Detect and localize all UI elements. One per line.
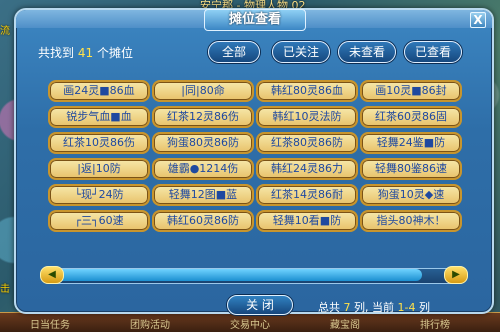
stall-button[interactable]: └现┘24防: [48, 184, 150, 206]
stall-button[interactable]: 狗蛋10灵◆速: [360, 184, 462, 206]
stall-button[interactable]: 锐步气血■血: [48, 106, 150, 128]
found-count: 41: [77, 46, 94, 60]
stall-button[interactable]: |返|10防: [48, 158, 150, 180]
stall-button[interactable]: 狗蛋80灵86防: [152, 132, 254, 154]
stall-button[interactable]: 红茶60灵86固: [360, 106, 462, 128]
stall-button[interactable]: |同|80命: [152, 80, 254, 102]
stall-button[interactable]: 红茶80灵86防: [256, 132, 358, 154]
stall-count-text: 共找到 41 个摊位: [38, 44, 133, 61]
stall-button[interactable]: 韩红60灵86防: [152, 210, 254, 232]
stall-button[interactable]: ┌三┐60速: [48, 210, 150, 232]
found-suffix: 个摊位: [96, 46, 133, 60]
stall-button[interactable]: 雄霸●1214伤: [152, 158, 254, 180]
tab-all[interactable]: 全部: [208, 41, 260, 63]
close-button[interactable]: 关 闭: [227, 295, 293, 315]
pager-total-prefix: 总共: [318, 301, 340, 314]
tab-viewed[interactable]: 已查看: [404, 41, 462, 63]
stall-button[interactable]: 韩红10灵法防: [256, 106, 358, 128]
stall-button[interactable]: 指头80神木！: [360, 210, 462, 232]
tab-unviewed[interactable]: 未查看: [338, 41, 396, 63]
scroll-right-icon[interactable]: ▶: [444, 266, 468, 284]
pager-current: 1-4: [397, 301, 416, 314]
bottom-item[interactable]: 排行榜: [420, 316, 450, 331]
pager-total: 7: [343, 301, 351, 314]
bottom-item[interactable]: 日当任务: [30, 316, 70, 331]
stall-button[interactable]: 红茶10灵86伤: [48, 132, 150, 154]
stall-button[interactable]: 画24灵■86血: [48, 80, 150, 102]
tab-followed[interactable]: 已关注: [272, 41, 330, 63]
stall-button[interactable]: 画10灵■86封: [360, 80, 462, 102]
bottom-item[interactable]: 团购活动: [130, 316, 170, 331]
background-bottom-bar: 日当任务 团购活动 交易中心 藏宝阁 排行榜: [0, 312, 500, 332]
pager-current-unit: 列: [418, 301, 430, 314]
stall-button[interactable]: 轻舞24鉴■防: [360, 132, 462, 154]
close-icon[interactable]: X: [470, 12, 486, 28]
dialog-title: 摊位查看: [204, 9, 306, 31]
found-prefix: 共找到: [38, 46, 75, 60]
pager-current-prefix: 当前: [372, 301, 394, 314]
bottom-item[interactable]: 交易中心: [230, 316, 270, 331]
stall-button[interactable]: 红茶14灵86耐: [256, 184, 358, 206]
bottom-item[interactable]: 藏宝阁: [330, 316, 360, 331]
stall-view-dialog: 摊位查看 X 共找到 41 个摊位 全部 已关注 未查看 已查看 ◀ ▶ 关 闭…: [14, 8, 494, 315]
stall-button[interactable]: 韩红80灵86血: [256, 80, 358, 102]
stall-button[interactable]: 韩红24灵86力: [256, 158, 358, 180]
stall-button[interactable]: 轻舞80鉴86速: [360, 158, 462, 180]
stall-button[interactable]: 红茶12灵86伤: [152, 106, 254, 128]
pager-total-unit: 列,: [354, 301, 369, 314]
scroll-left-icon[interactable]: ◀: [40, 266, 64, 284]
stall-button[interactable]: 轻舞10看■防: [256, 210, 358, 232]
stall-button[interactable]: 轻舞12图■蓝: [152, 184, 254, 206]
pager-text: 总共 7 列, 当前 1-4 列: [318, 299, 430, 315]
scrollbar-thumb[interactable]: [56, 269, 422, 281]
